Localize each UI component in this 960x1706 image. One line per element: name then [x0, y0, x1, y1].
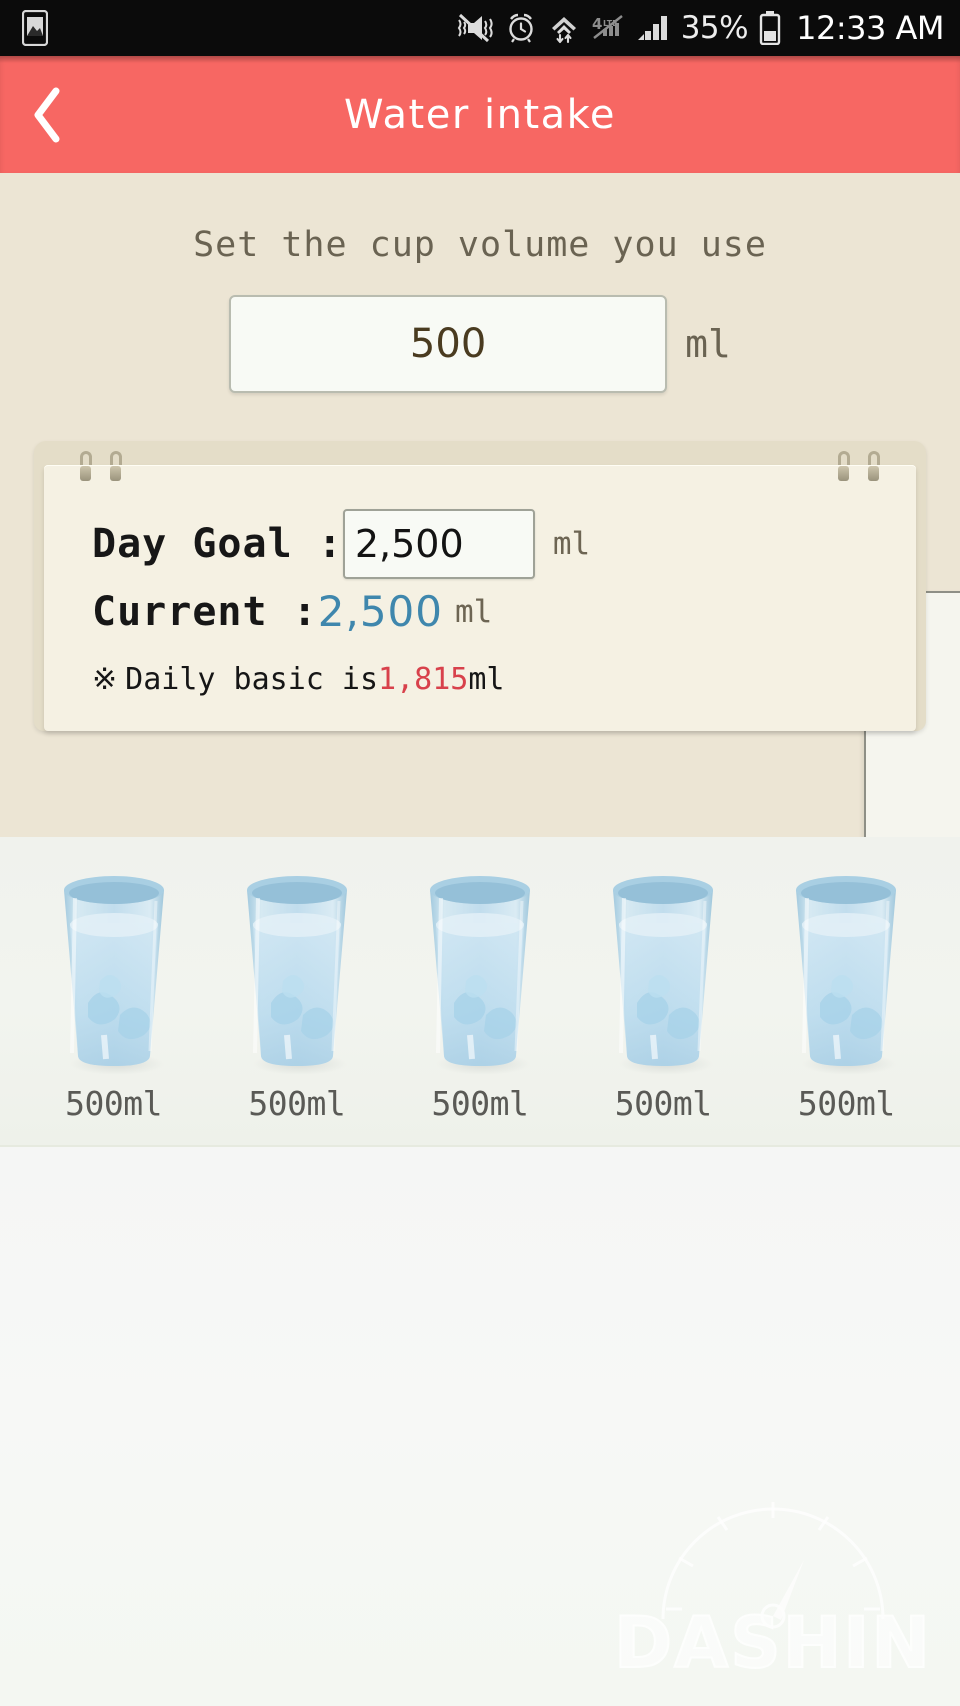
chevron-left-icon	[34, 87, 60, 142]
cup-volume-unit: ml	[685, 322, 731, 366]
svg-text:4: 4	[592, 15, 602, 33]
water-glass-icon	[63, 876, 164, 1075]
daily-basic-note: ※ Daily basic is 1,815 ml	[92, 662, 868, 697]
day-goal-row: Day Goal : 2,500 ml	[92, 509, 868, 579]
glasses-row: 500ml 500ml 500ml 500ml 500ml	[0, 837, 960, 1147]
water-glass-icon	[429, 876, 530, 1075]
cup-volume-row: 500 ml	[0, 295, 960, 393]
cup-volume-input[interactable]: 500	[229, 295, 668, 393]
note-star-icon: ※	[92, 662, 118, 697]
current-unit: ml	[455, 593, 493, 630]
glass-item[interactable]: 500ml	[44, 863, 184, 1123]
current-row: Current : 2,500 ml	[92, 587, 868, 636]
empty-content-area: DASHIN	[0, 1147, 960, 1706]
settings-panel: Set the cup volume you use 500 ml Day Go…	[0, 173, 960, 837]
watermark-text: DASHIN	[613, 1601, 932, 1685]
current-label: Current :	[92, 588, 318, 635]
day-goal-unit: ml	[552, 526, 591, 562]
glass-item[interactable]: 500ml	[776, 863, 916, 1123]
notepad-rings	[34, 451, 926, 483]
notepad-ring	[868, 451, 880, 485]
glass-label: 500ml	[248, 1084, 346, 1123]
cup-volume-label: Set the cup volume you use	[193, 225, 767, 265]
notepad-ring	[80, 451, 92, 485]
note-prefix: Daily basic is	[125, 662, 379, 697]
notepad-page: Day Goal : 2,500 ml Current : 2,500 ml ※…	[44, 465, 916, 731]
lte-disabled-icon: 4 LTE	[592, 15, 623, 39]
note-suffix: ml	[468, 662, 505, 697]
glass-label: 500ml	[614, 1084, 712, 1123]
water-glass-icon	[246, 876, 347, 1075]
glass-label: 500ml	[797, 1084, 895, 1123]
battery-icon	[759, 11, 781, 45]
watermark: DASHIN	[608, 1444, 938, 1694]
glass-label: 500ml	[431, 1084, 529, 1123]
alarm-clock-icon	[509, 13, 533, 43]
water-glass-icon	[796, 876, 897, 1075]
status-bar-left-icons	[22, 10, 48, 46]
wifi-transfer-icon	[551, 17, 576, 44]
status-bar: 4 LTE 35% 12:33 AM	[0, 0, 960, 56]
glass-item[interactable]: 500ml	[227, 863, 367, 1123]
battery-percent-label: 35%	[680, 10, 749, 46]
notepad-ring	[838, 451, 850, 485]
back-button[interactable]	[0, 56, 96, 173]
day-goal-input[interactable]: 2,500	[342, 509, 535, 579]
signal-bars-icon	[637, 16, 667, 40]
day-goal-label: Day Goal :	[92, 521, 343, 567]
current-value: 2,500	[317, 587, 443, 636]
vibrate-mute-icon	[457, 13, 493, 43]
goal-notepad-card: Day Goal : 2,500 ml Current : 2,500 ml ※…	[34, 441, 926, 731]
status-bar-right-icons: 4 LTE 35% 12:33 AM	[454, 9, 944, 47]
notepad-wrapper: Day Goal : 2,500 ml Current : 2,500 ml ※…	[0, 441, 960, 837]
glass-item[interactable]: 500ml	[410, 863, 550, 1123]
note-value: 1,815	[378, 662, 469, 697]
status-bar-clock: 12:33 AM	[796, 9, 944, 47]
page-title: Water intake	[344, 91, 616, 138]
image-thumbnail-icon	[22, 10, 48, 46]
water-glass-icon	[613, 876, 714, 1075]
glass-label: 500ml	[65, 1084, 163, 1123]
notepad-ring	[110, 451, 122, 485]
glass-item[interactable]: 500ml	[593, 863, 733, 1123]
app-header: Water intake	[0, 56, 960, 173]
